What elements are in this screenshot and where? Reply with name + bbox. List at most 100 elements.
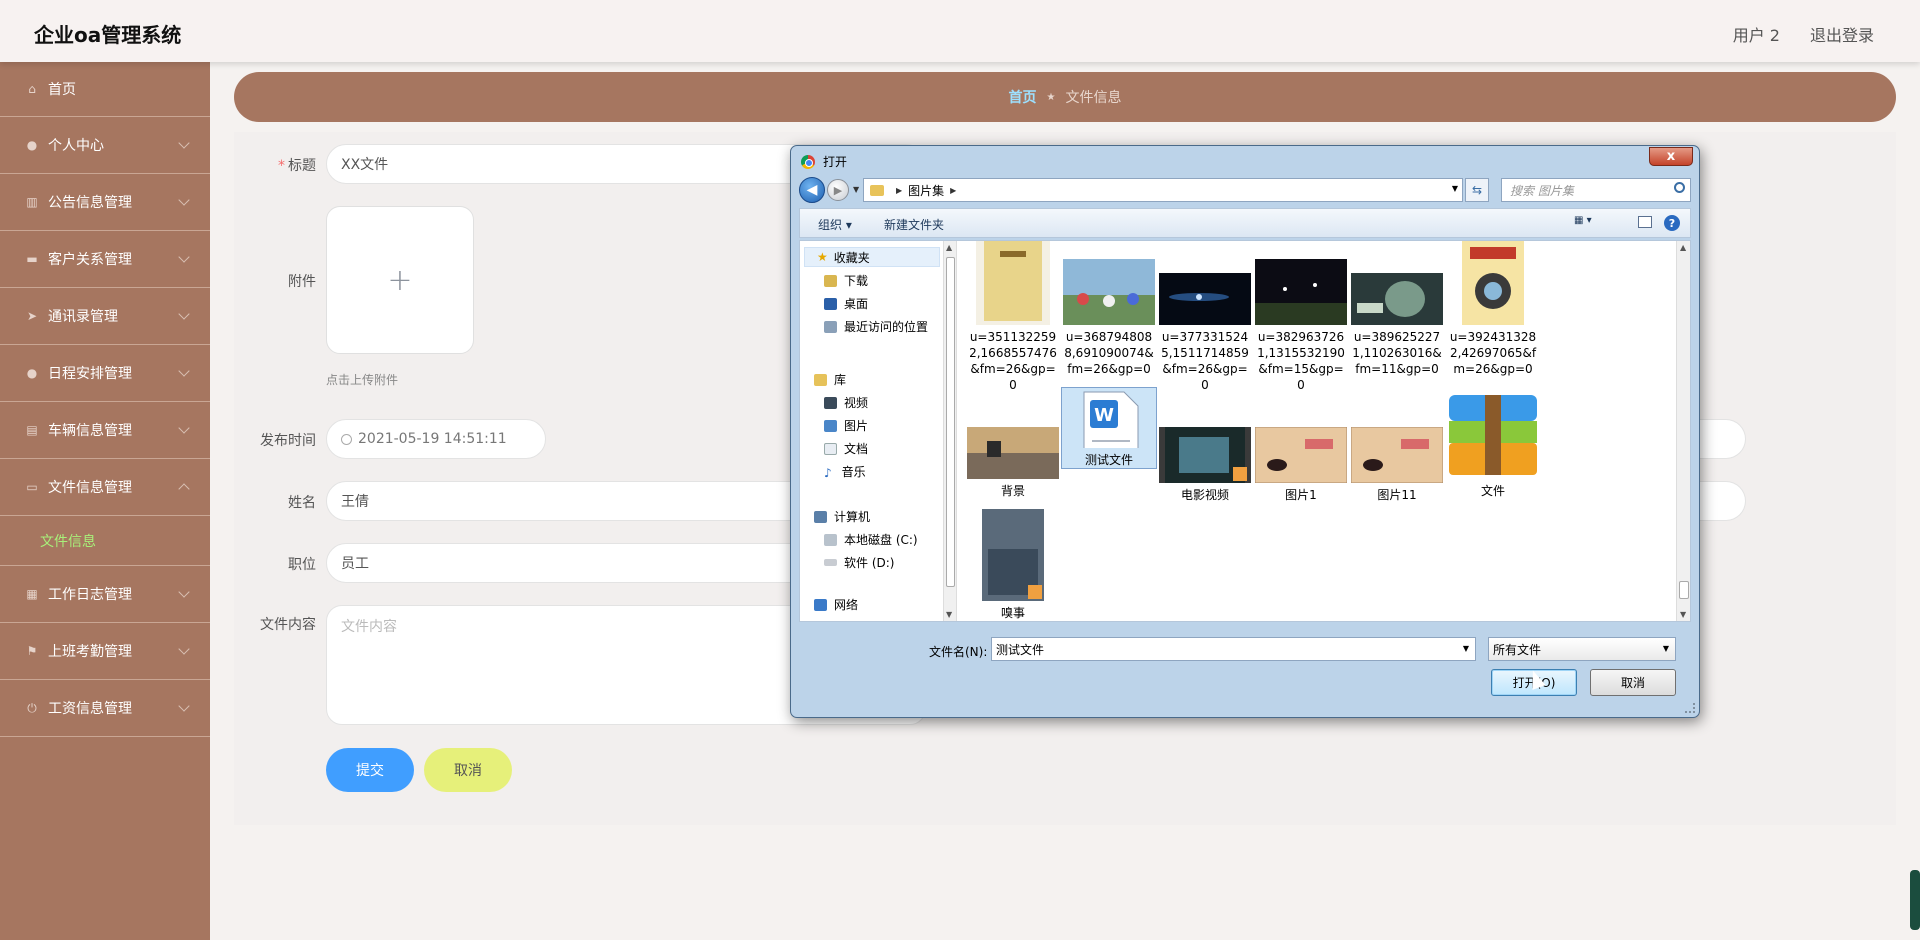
time-input[interactable]: 2021-05-19 14:51:11 — [326, 419, 546, 459]
file-name: 嗅事 — [1000, 606, 1025, 620]
nav-libraries[interactable]: 库 — [814, 371, 846, 388]
resize-grip-icon[interactable] — [1685, 703, 1695, 713]
address-bar[interactable]: ▶ 图片集 ▶ ▼ — [863, 178, 1463, 202]
file-item[interactable]: 图片11 — [1349, 427, 1445, 503]
file-item[interactable]: 图片1 — [1253, 427, 1349, 503]
address-path[interactable]: 图片集 — [908, 182, 944, 199]
downloads-folder-icon — [824, 274, 837, 287]
sidebar-item-label: 通讯录管理 — [48, 309, 118, 325]
organize-menu[interactable]: 组织 ▾ — [818, 216, 852, 233]
refresh-button[interactable]: ⇆ — [1465, 178, 1489, 202]
time-label: 发布时间 — [260, 433, 316, 449]
sidebar-item-vehicle[interactable]: ▤ 车辆信息管理 — [0, 402, 210, 459]
pictures-icon — [824, 419, 837, 432]
scroll-up-icon[interactable]: ▲ — [1680, 243, 1686, 252]
sidebar-subitem-file-info[interactable]: 文件信息 — [0, 516, 210, 566]
scroll-thumb[interactable] — [946, 257, 955, 587]
dialog-titlebar: 打开 — [801, 153, 847, 170]
close-icon: x — [1666, 149, 1676, 164]
file-item-selected[interactable]: W 测试文件 — [1061, 387, 1157, 469]
help-icon[interactable]: ? — [1664, 215, 1680, 231]
power-icon: ⏻ — [27, 700, 37, 715]
nav-pictures[interactable]: 图片 — [824, 417, 868, 434]
scroll-up-icon[interactable]: ▲ — [946, 243, 952, 252]
nav-drive-d[interactable]: 软件 (D:) — [824, 554, 894, 571]
view-options-icon[interactable]: ▦ ▾ — [1574, 215, 1602, 231]
nav-computer[interactable]: 计算机 — [814, 508, 870, 525]
history-dropdown-icon[interactable]: ▼ — [853, 185, 859, 194]
chart-icon: ▥ — [26, 195, 38, 209]
file-item[interactable]: 嗅事 — [965, 509, 1061, 621]
position-label: 职位 — [288, 557, 316, 573]
cancel-button[interactable]: 取消 — [424, 748, 512, 792]
page-scrollbar[interactable] — [1910, 870, 1920, 930]
arrow-left-icon: ◀ — [806, 182, 818, 198]
sidebar-item-files[interactable]: ▭ 文件信息管理 — [0, 459, 210, 516]
scroll-thumb[interactable] — [1679, 581, 1689, 599]
chevron-down-icon — [178, 700, 190, 712]
nav-desktop[interactable]: 桌面 — [824, 295, 868, 312]
logout-link[interactable]: 退出登录 — [1810, 22, 1874, 46]
file-name: 图片11 — [1377, 488, 1417, 502]
file-name: 背景 — [1000, 484, 1025, 498]
current-user[interactable]: 用户 2 — [1733, 22, 1780, 46]
back-button[interactable]: ◀ — [799, 177, 825, 203]
svg-text:W: W — [1094, 405, 1114, 426]
sidebar-item-schedule[interactable]: ● 日程安排管理 — [0, 345, 210, 402]
file-item[interactable]: 背景 — [965, 427, 1061, 499]
nav-videos[interactable]: 视频 — [824, 394, 868, 411]
nav-network[interactable]: 网络 — [814, 596, 858, 613]
image-thumbnail — [1351, 273, 1443, 325]
dialog-title: 打开 — [823, 155, 848, 169]
nav-favorites[interactable]: ★ 收藏夹 — [804, 247, 940, 267]
nav-label: 视频 — [844, 396, 869, 410]
search-input[interactable]: 搜索 图片集 — [1501, 178, 1691, 202]
new-folder-button[interactable]: 新建文件夹 — [884, 216, 944, 233]
nav-downloads[interactable]: 下载 — [824, 272, 868, 289]
file-item[interactable]: u=3896252271,110263016&fm=11&gp=0 — [1349, 259, 1445, 377]
dialog-cancel-button[interactable]: 取消 — [1590, 669, 1676, 696]
file-item[interactable]: u=3924313282,42697065&fm=26&gp=0 — [1445, 241, 1541, 377]
file-list-scrollbar[interactable]: ▲ ▼ — [1676, 241, 1690, 621]
close-button[interactable]: x — [1649, 147, 1693, 166]
file-item[interactable]: u=3829637261,1315532190&fm=15&gp=0 — [1253, 259, 1349, 393]
image-thumbnail — [1255, 427, 1347, 483]
sidebar-item-personal[interactable]: ● 个人中心 — [0, 117, 210, 174]
scroll-down-icon[interactable]: ▼ — [946, 610, 952, 619]
nav-drive-c[interactable]: 本地磁盘 (C:) — [824, 531, 918, 548]
dropdown-icon[interactable]: ▼ — [1663, 644, 1669, 653]
sidebar-item-home[interactable]: ⌂ 首页 — [0, 62, 210, 117]
sidebar-item-salary[interactable]: ⏻ 工资信息管理 — [0, 680, 210, 737]
nav-label: 库 — [834, 373, 847, 387]
forward-button[interactable]: ▶ — [827, 179, 849, 201]
file-item[interactable]: 文件 — [1445, 391, 1541, 499]
sidebar-item-notice[interactable]: ▥ 公告信息管理 — [0, 174, 210, 231]
image-thumbnail — [1255, 259, 1347, 325]
file-item[interactable]: 电影视频 — [1157, 427, 1253, 503]
filename-input[interactable]: 测试文件 ▼ — [991, 637, 1476, 661]
chevron-down-icon — [178, 586, 190, 598]
chevron-down-icon — [178, 643, 190, 655]
sidebar-item-worklog[interactable]: ▦ 工作日志管理 — [0, 566, 210, 623]
preview-pane-icon[interactable] — [1638, 216, 1652, 228]
nav-music[interactable]: ♪ 音乐 — [824, 463, 866, 480]
scroll-down-icon[interactable]: ▼ — [1680, 610, 1686, 619]
file-item[interactable]: u=3511322592,1668557476&fm=26&gp=0 — [965, 241, 1061, 393]
file-item[interactable]: u=3773315245,1511714859&fm=26&gp=0 — [1157, 259, 1253, 393]
nav-documents[interactable]: 文档 — [824, 440, 868, 457]
nav-label: 图片 — [844, 419, 869, 433]
app-title: 企业oa管理系统 — [34, 23, 182, 47]
upload-box[interactable]: + — [326, 206, 474, 354]
filetype-select[interactable]: 所有文件 ▼ — [1488, 637, 1676, 661]
submit-button[interactable]: 提交 — [326, 748, 414, 792]
sidebar-item-customer[interactable]: ▬ 客户关系管理 — [0, 231, 210, 288]
nav-label: 桌面 — [844, 297, 869, 311]
sidebar-item-attendance[interactable]: ⚑ 上班考勤管理 — [0, 623, 210, 680]
nav-recent[interactable]: 最近访问的位置 — [824, 318, 928, 335]
nav-scrollbar[interactable]: ▲ ▼ — [943, 241, 957, 621]
sidebar-item-contacts[interactable]: ➤ 通讯录管理 — [0, 288, 210, 345]
file-item[interactable]: u=3687948088,691090074&fm=26&gp=0 — [1061, 259, 1157, 377]
dropdown-icon[interactable]: ▼ — [1452, 184, 1458, 193]
dropdown-icon[interactable]: ▼ — [1463, 644, 1469, 653]
breadcrumb-home[interactable]: 首页 — [1009, 87, 1037, 107]
